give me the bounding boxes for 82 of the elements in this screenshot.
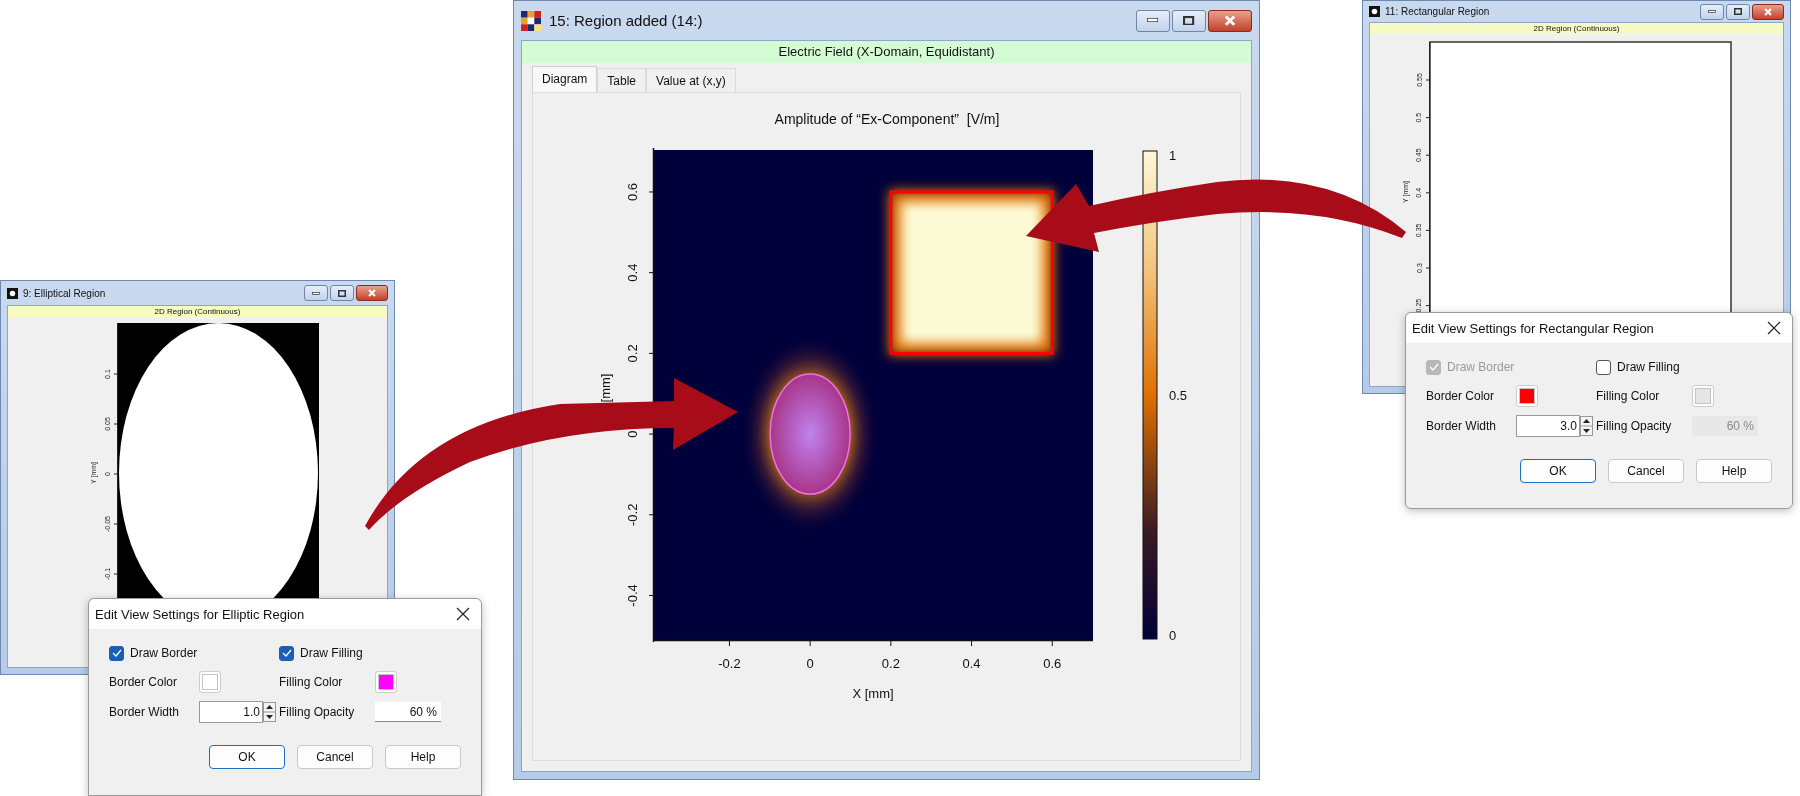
dialog-title: Edit View Settings for Elliptic Region xyxy=(95,606,305,622)
minimize-button[interactable] xyxy=(1700,3,1724,20)
ok-button[interactable]: OK xyxy=(209,745,285,769)
window-title: 11: Rectangular Region xyxy=(1385,6,1491,17)
close-button[interactable] xyxy=(1208,9,1252,32)
tab[interactable]: Table xyxy=(597,68,647,92)
spinner-arrows-icon xyxy=(263,702,276,722)
field-label: Border Color xyxy=(1426,389,1496,403)
tick-label: 0.4 xyxy=(962,655,981,671)
check-icon xyxy=(111,649,122,657)
close-icon xyxy=(1763,7,1773,16)
app-icon xyxy=(1369,6,1380,17)
field-label: Filling Color xyxy=(279,675,344,689)
plot-subtitle: 2D Region (Continuous) xyxy=(1370,23,1783,34)
window-title: 9: Elliptical Region xyxy=(23,287,107,299)
maximize-button[interactable] xyxy=(1726,3,1750,20)
field-label: Border Width xyxy=(109,705,181,719)
close-icon xyxy=(1223,14,1237,27)
app-icon xyxy=(7,287,18,299)
checkbox-label: Draw Border xyxy=(1447,360,1515,374)
close-icon xyxy=(367,289,377,297)
restore-icon xyxy=(1734,8,1742,15)
field-label: Filling Color xyxy=(1596,389,1661,403)
spinner-arrows-icon xyxy=(1580,416,1593,436)
field-label: Border Width xyxy=(1426,419,1498,433)
tab[interactable]: Value at (x,y) xyxy=(646,68,736,92)
checkbox-label: Draw Filling xyxy=(300,646,363,660)
checkbox-label: Draw Filling xyxy=(1617,360,1680,374)
check-icon xyxy=(1428,363,1439,371)
dialog-button[interactable]: Cancel xyxy=(1608,459,1684,483)
dialog-button[interactable]: Cancel xyxy=(297,745,373,769)
tick-label: 0 xyxy=(806,655,814,671)
opacity-field[interactable]: 60 % xyxy=(375,702,441,722)
close-button[interactable] xyxy=(356,285,388,301)
close-button[interactable] xyxy=(455,606,471,622)
plot-subtitle: Electric Field (X-Domain, Equidistant) xyxy=(522,41,1251,63)
field-label: Filling Opacity xyxy=(1596,419,1673,433)
tick-label: -0.2 xyxy=(718,655,741,671)
tick-label: 1 xyxy=(1169,147,1177,163)
checkbox[interactable] xyxy=(279,645,294,661)
tick-label: -0.4 xyxy=(625,584,641,607)
tick-label: 0.2 xyxy=(881,655,900,671)
number-field[interactable]: 1.0 xyxy=(199,701,263,723)
maximize-button[interactable] xyxy=(1172,9,1206,32)
tick-label: 0.6 xyxy=(625,182,641,201)
maximize-button[interactable] xyxy=(330,285,354,301)
dialog-button[interactable]: Help xyxy=(385,745,461,769)
tick-label: -0.2 xyxy=(625,503,641,526)
tick-label: 0.5 xyxy=(1169,387,1188,403)
dialog-button[interactable]: Help xyxy=(1696,459,1772,483)
checkbox-label: Draw Border xyxy=(130,646,198,660)
dialog-title: Edit View Settings for Rectangular Region xyxy=(1412,320,1654,336)
number-field[interactable]: 3.0 xyxy=(1516,415,1580,437)
tick-label: 0.2 xyxy=(625,344,641,363)
tick-label: 0.6 xyxy=(1043,655,1062,671)
checkered-icon xyxy=(521,10,541,31)
window-title: 15: Region added (14:) xyxy=(549,12,704,29)
checkbox[interactable] xyxy=(1596,359,1611,375)
check-icon xyxy=(281,649,292,657)
axis-label: X [mm] xyxy=(852,685,894,701)
close-button[interactable] xyxy=(1766,320,1782,336)
minimize-button[interactable] xyxy=(304,285,328,301)
tick-label: 0 xyxy=(625,430,641,438)
restore-icon xyxy=(338,289,346,297)
close-icon xyxy=(456,607,470,621)
minimize-button[interactable] xyxy=(1136,9,1170,32)
ok-button[interactable]: OK xyxy=(1520,459,1596,483)
close-button[interactable] xyxy=(1752,3,1784,20)
plot-title: Amplitude of “Ex-Component” [V/m] xyxy=(774,111,1000,127)
close-icon xyxy=(1767,321,1781,335)
field-label: Filling Opacity xyxy=(279,705,356,719)
tick-label: 0.4 xyxy=(625,263,641,282)
tick-label: 0 xyxy=(1169,627,1177,643)
axis-label: [mm] xyxy=(597,373,613,403)
checkbox[interactable] xyxy=(109,645,124,661)
minimize-icon xyxy=(312,291,320,295)
plot-subtitle: 2D Region (Continuous) xyxy=(8,306,387,318)
field-label: Border Color xyxy=(109,675,179,689)
minimize-icon xyxy=(1147,18,1159,23)
restore-icon xyxy=(1183,15,1195,26)
minimize-icon xyxy=(1708,10,1716,13)
tab[interactable]: Diagram xyxy=(532,66,598,92)
